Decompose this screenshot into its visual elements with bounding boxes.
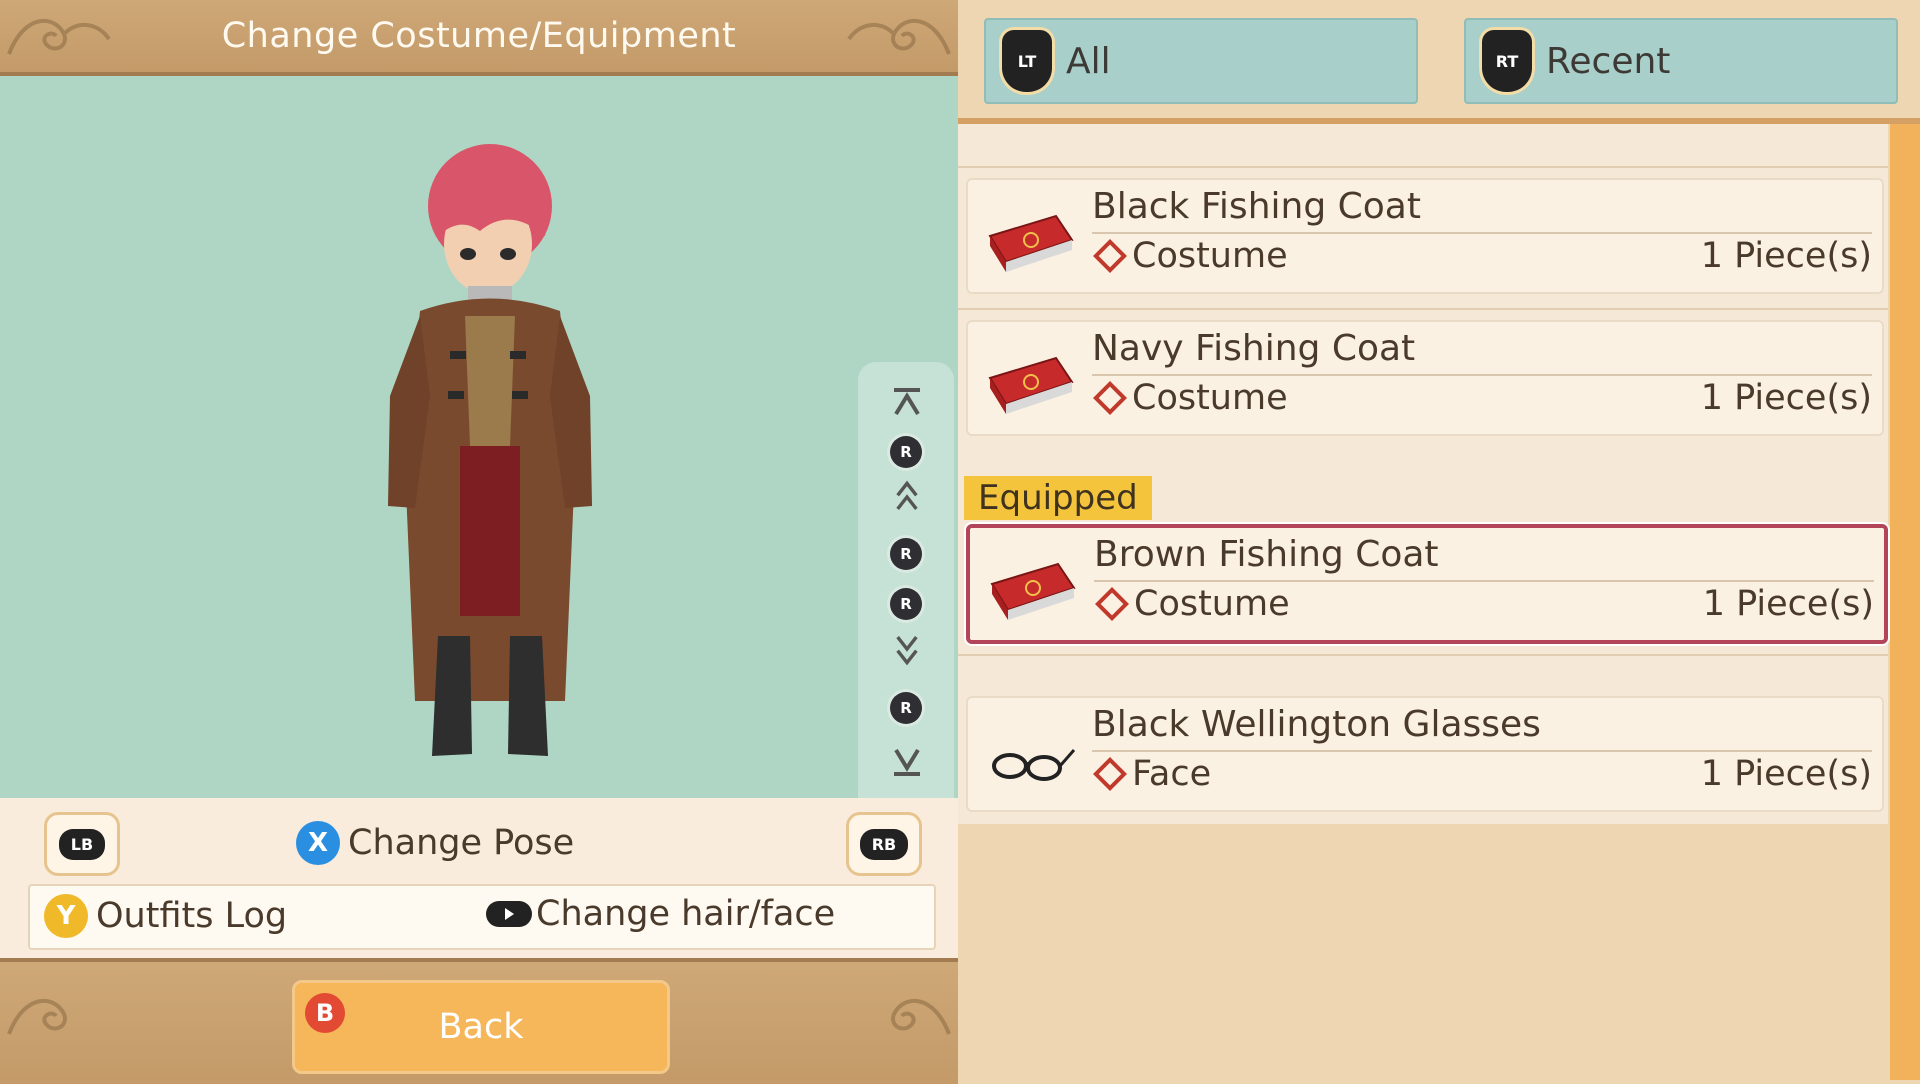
tab-all-label: All bbox=[1066, 40, 1111, 82]
tab-all[interactable]: LT All bbox=[984, 18, 1418, 104]
zoom-top-icon[interactable] bbox=[890, 386, 924, 420]
diamond-icon bbox=[1093, 381, 1127, 415]
item-category: Costume bbox=[1092, 378, 1288, 418]
lt-button-icon: LT bbox=[1002, 30, 1052, 92]
r-stick-right-icon: R bbox=[890, 588, 922, 620]
item-quantity: 1 Piece(s) bbox=[1700, 236, 1872, 276]
item-category-label: Costume bbox=[1132, 236, 1288, 276]
ornament-icon bbox=[7, 998, 67, 1035]
rb-label: RB bbox=[859, 828, 909, 860]
tab-recent[interactable]: RT Recent bbox=[1464, 18, 1898, 104]
item-category-label: Costume bbox=[1132, 378, 1288, 418]
glasses-icon bbox=[992, 749, 1076, 781]
item-quantity: 1 Piece(s) bbox=[1700, 754, 1872, 794]
diamond-icon bbox=[1095, 587, 1129, 621]
item-name: Black Fishing Coat bbox=[1092, 186, 1872, 234]
right-panel: LT All RT Recent Black Fishing Coat Cost… bbox=[958, 0, 1920, 1080]
camera-controls: R R R R bbox=[858, 362, 954, 870]
y-button-icon: Y bbox=[44, 894, 88, 938]
rb-button[interactable]: RB bbox=[846, 812, 922, 876]
diamond-icon bbox=[1093, 757, 1127, 791]
costume-case-icon bbox=[988, 214, 1074, 272]
costume-case-icon bbox=[988, 356, 1074, 414]
page-title: Change Costume/Equipment bbox=[221, 16, 737, 56]
character-model bbox=[388, 144, 592, 756]
character-preview[interactable]: R R R R bbox=[0, 76, 958, 870]
item-name: Brown Fishing Coat bbox=[1094, 534, 1874, 582]
ornament-icon bbox=[891, 998, 951, 1035]
scrollbar[interactable] bbox=[1890, 124, 1920, 1080]
divider bbox=[958, 654, 1888, 656]
outfits-log-label: Outfits Log bbox=[96, 896, 288, 936]
item-quantity: 1 Piece(s) bbox=[1702, 584, 1874, 624]
tab-recent-label: Recent bbox=[1546, 40, 1671, 82]
change-hair-face-button[interactable]: Change hair/face bbox=[486, 894, 835, 934]
divider bbox=[958, 308, 1888, 310]
item-category: Face bbox=[1092, 754, 1211, 794]
double-chevron-up-icon[interactable] bbox=[890, 480, 924, 514]
left-stick-icon bbox=[486, 901, 532, 927]
ornament-icon bbox=[7, 18, 111, 55]
left-panel: Change Costume/Equipment R R R R LB X Ch… bbox=[0, 0, 958, 1084]
rt-button-icon: RT bbox=[1482, 30, 1532, 92]
b-button-icon: B bbox=[305, 993, 345, 1033]
equipped-badge: Equipped bbox=[964, 476, 1152, 520]
list-item[interactable]: Navy Fishing Coat Costume 1 Piece(s) bbox=[966, 320, 1884, 436]
item-list: Black Fishing Coat Costume 1 Piece(s) Na… bbox=[958, 124, 1888, 824]
r-stick-left-icon: R bbox=[890, 538, 922, 570]
r-stick-down-icon: R bbox=[890, 692, 922, 724]
lb-button[interactable]: LB bbox=[44, 812, 120, 876]
list-item-selected[interactable]: Brown Fishing Coat Costume 1 Piece(s) bbox=[966, 524, 1888, 644]
lb-label: LB bbox=[58, 828, 106, 860]
outfits-log-button[interactable]: Y Outfits Log bbox=[44, 894, 287, 938]
list-item[interactable]: Black Wellington Glasses Face 1 Piece(s) bbox=[966, 696, 1884, 812]
ornament-icon bbox=[847, 18, 951, 55]
change-hair-face-label: Change hair/face bbox=[536, 894, 836, 934]
secondary-controls: Y Outfits Log Change hair/face bbox=[28, 884, 936, 950]
control-panel: LB X Change Pose RB Y Outfits Log Change… bbox=[0, 798, 958, 958]
list-item[interactable]: Black Fishing Coat Costume 1 Piece(s) bbox=[966, 178, 1884, 294]
item-category: Costume bbox=[1092, 236, 1288, 276]
item-category: Costume bbox=[1094, 584, 1290, 624]
change-pose-button[interactable]: X Change Pose bbox=[296, 818, 574, 868]
back-button[interactable]: B Back bbox=[292, 980, 670, 1074]
item-category-label: Face bbox=[1132, 754, 1212, 794]
costume-case-icon bbox=[990, 562, 1076, 620]
zoom-bottom-icon[interactable] bbox=[890, 744, 924, 778]
double-chevron-down-icon[interactable] bbox=[890, 632, 924, 666]
item-name: Navy Fishing Coat bbox=[1092, 328, 1872, 376]
change-pose-label: Change Pose bbox=[348, 823, 575, 863]
x-button-icon: X bbox=[296, 821, 340, 865]
title-bar: Change Costume/Equipment bbox=[0, 0, 958, 76]
divider bbox=[958, 166, 1888, 168]
back-label: Back bbox=[438, 1007, 524, 1047]
diamond-icon bbox=[1093, 239, 1127, 273]
footer-bar: B Back bbox=[0, 958, 958, 1084]
item-category-label: Costume bbox=[1134, 584, 1290, 624]
item-quantity: 1 Piece(s) bbox=[1700, 378, 1872, 418]
r-stick-up-icon: R bbox=[890, 436, 922, 468]
item-name: Black Wellington Glasses bbox=[1092, 704, 1872, 752]
